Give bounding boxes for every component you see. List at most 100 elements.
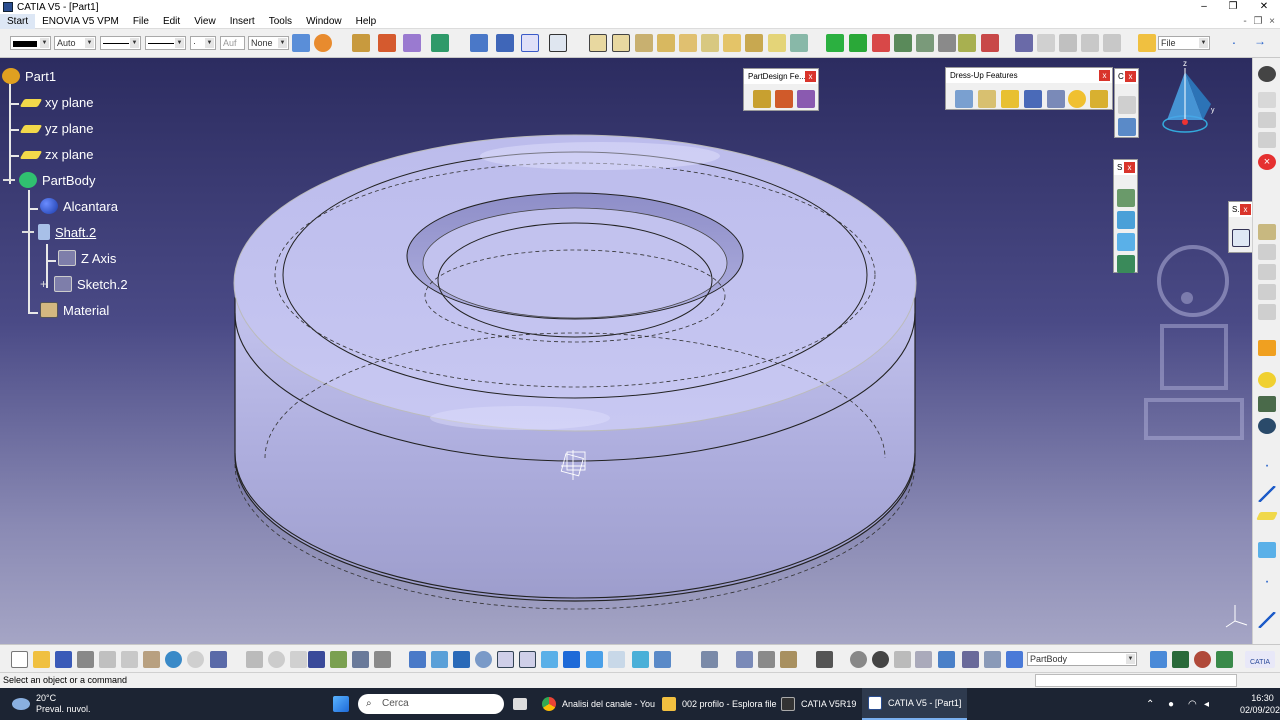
macro-icon[interactable] xyxy=(1059,34,1077,52)
toolbar-icon[interactable] xyxy=(1258,264,1276,280)
panel-close-button[interactable]: x xyxy=(1240,204,1251,215)
taskbar-app-youtube[interactable]: Analisi del canale - You xyxy=(542,688,655,720)
iso-view-icon[interactable] xyxy=(586,651,603,668)
snap-icon[interactable] xyxy=(496,34,514,52)
clock[interactable]: 16:30 02/09/2025 xyxy=(1240,688,1280,720)
redo-icon[interactable] xyxy=(187,651,204,668)
capture-icon[interactable] xyxy=(816,651,833,668)
surface-fill-icon[interactable] xyxy=(1117,255,1135,273)
volume-icon[interactable]: ◂ xyxy=(1204,688,1209,720)
panel-close-button[interactable]: x xyxy=(805,71,816,82)
fillet-icon[interactable] xyxy=(955,90,973,108)
graph-icon[interactable] xyxy=(352,651,369,668)
menu-window[interactable]: Window xyxy=(299,14,349,29)
tree-item-yz-plane[interactable]: yz plane xyxy=(19,121,93,136)
material-apply-icon[interactable] xyxy=(1194,651,1211,668)
minimize-button[interactable]: – xyxy=(1189,0,1219,14)
constraints-analysis-icon[interactable] xyxy=(872,651,889,668)
image-icon[interactable] xyxy=(1037,34,1055,52)
select-cursor-icon[interactable] xyxy=(1258,340,1276,356)
partdesign-features-panel[interactable]: PartDesign Fe... x xyxy=(743,68,819,111)
tree-item-z-axis[interactable]: Z Axis xyxy=(58,250,116,266)
apply-material-icon[interactable] xyxy=(314,34,332,52)
boolean-icon[interactable] xyxy=(981,34,999,52)
line-icon[interactable] xyxy=(1258,612,1276,628)
line-icon[interactable] xyxy=(1258,486,1276,502)
format-painter-icon[interactable] xyxy=(292,34,310,52)
remove-face-icon[interactable] xyxy=(1090,90,1108,108)
toolbar-icon[interactable] xyxy=(1258,396,1276,412)
plane-icon[interactable] xyxy=(1256,512,1278,520)
plane-icon[interactable] xyxy=(938,34,956,52)
tree-item-xy-plane[interactable]: xy plane xyxy=(19,95,93,110)
inertia-icon[interactable] xyxy=(780,651,797,668)
structure-icon[interactable] xyxy=(374,651,391,668)
grid-toggle-icon[interactable] xyxy=(521,34,539,52)
rotate-icon[interactable] xyxy=(849,34,867,52)
surface-revolve-icon[interactable] xyxy=(1117,211,1135,229)
pan-icon[interactable] xyxy=(453,651,470,668)
menu-enovia[interactable]: ENOVIA V5 VPM xyxy=(35,14,126,29)
measure-item-icon[interactable] xyxy=(758,651,775,668)
comment-icon[interactable] xyxy=(268,651,285,668)
cut-icon[interactable] xyxy=(99,651,116,668)
dot-icon[interactable]: · xyxy=(1225,34,1243,52)
menu-insert[interactable]: Insert xyxy=(223,14,262,29)
draft-icon[interactable] xyxy=(1001,90,1019,108)
measure-icon[interactable] xyxy=(431,34,449,52)
power-input-field[interactable] xyxy=(1035,674,1237,687)
catalog-icon[interactable] xyxy=(1015,34,1033,52)
hole-icon[interactable] xyxy=(657,34,675,52)
toolbar-icon[interactable] xyxy=(1258,92,1276,108)
wifi-icon[interactable]: ◠ xyxy=(1188,688,1197,720)
catalog-browser-icon[interactable] xyxy=(1150,651,1167,668)
split-icon[interactable] xyxy=(768,34,786,52)
body-selector-combo[interactable]: PartBody ▼ xyxy=(1027,652,1137,666)
layer-combo[interactable]: None ▼ xyxy=(248,36,289,50)
constraint-panel-icon[interactable] xyxy=(1118,96,1136,114)
fit-all-icon[interactable] xyxy=(549,34,567,52)
print-icon[interactable] xyxy=(77,651,94,668)
tree-item-zx-plane[interactable]: zx plane xyxy=(19,147,93,162)
axis-toggle-icon[interactable] xyxy=(894,651,911,668)
workbench-icon[interactable] xyxy=(1006,651,1023,668)
weather-widget[interactable]: 20°C Preval. nuvol. xyxy=(12,688,91,720)
panel-close-button[interactable]: x xyxy=(1125,71,1136,82)
fit-all-in-icon[interactable] xyxy=(431,651,448,668)
assembly-icon[interactable] xyxy=(352,34,370,52)
help-icon[interactable] xyxy=(210,651,227,668)
surface-extrude-icon[interactable] xyxy=(1117,189,1135,207)
knowledge-icon[interactable] xyxy=(290,651,307,668)
plane-tool-icon[interactable] xyxy=(938,651,955,668)
constraint-dim-icon[interactable] xyxy=(958,34,976,52)
shell-icon[interactable] xyxy=(1024,90,1042,108)
cylinder-icon[interactable] xyxy=(1258,372,1276,388)
close-window-button[interactable]: ✕ xyxy=(1249,0,1279,14)
point-icon[interactable] xyxy=(894,34,912,52)
taskbar-search[interactable]: ⌕ Cerca xyxy=(358,694,504,714)
pocket-icon[interactable] xyxy=(612,34,630,52)
tree-root-part1[interactable]: Part1 xyxy=(2,68,56,84)
line-weight-combo[interactable]: Auto ▼ xyxy=(54,36,96,50)
zoom-out-icon[interactable] xyxy=(519,651,536,668)
menu-file[interactable]: File xyxy=(126,14,156,29)
normal-view-icon[interactable] xyxy=(541,651,558,668)
knowledge-icon[interactable] xyxy=(1081,34,1099,52)
shaded-view-icon[interactable] xyxy=(1258,66,1276,82)
environment-icon[interactable] xyxy=(1216,651,1233,668)
render-icon[interactable] xyxy=(1172,651,1189,668)
chamfer-icon[interactable] xyxy=(978,90,996,108)
open-folder-icon[interactable] xyxy=(1138,34,1156,52)
mdi-restore-button[interactable]: ❐ xyxy=(1251,14,1265,29)
surface-sweep-icon[interactable] xyxy=(1117,233,1135,251)
thread-icon[interactable] xyxy=(1068,90,1086,108)
tree-item-partbody[interactable]: PartBody xyxy=(3,172,95,188)
groove-icon[interactable] xyxy=(679,34,697,52)
tree-item-shaft[interactable]: Shaft.2 xyxy=(22,224,96,240)
toolbar-icon[interactable] xyxy=(1258,132,1276,148)
panel-close-button[interactable]: x xyxy=(1099,70,1110,81)
point-type-combo[interactable]: · ▼ xyxy=(190,36,216,50)
hide-show-icon[interactable] xyxy=(632,651,649,668)
tree-item-sketch[interactable]: + Sketch.2 xyxy=(40,276,128,292)
create-multi-view-icon[interactable] xyxy=(563,651,580,668)
